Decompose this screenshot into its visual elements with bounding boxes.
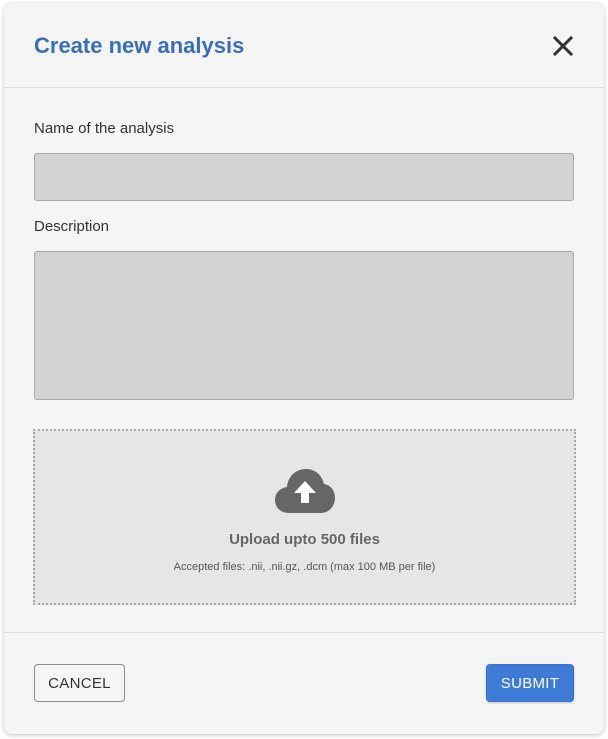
dialog-header: Create new analysis <box>4 3 604 88</box>
dialog-title: Create new analysis <box>34 33 245 58</box>
name-label: Name of the analysis <box>34 120 175 137</box>
close-button[interactable] <box>551 34 575 58</box>
cloud-upload-icon <box>275 469 335 513</box>
cancel-button[interactable]: CANCEL <box>34 664 125 702</box>
file-dropzone[interactable]: Upload upto 500 files Accepted files: .n… <box>33 429 576 605</box>
upload-hint: Accepted files: .nii, .nii.gz, .dcm (max… <box>173 561 436 573</box>
dialog-footer: CANCEL SUBMIT <box>4 632 604 734</box>
upload-title: Upload upto 500 files <box>229 531 380 548</box>
create-analysis-dialog: Create new analysis Name of the analysis… <box>4 3 604 734</box>
name-input[interactable] <box>34 153 574 201</box>
submit-button[interactable]: SUBMIT <box>486 664 574 702</box>
description-input[interactable] <box>34 251 574 400</box>
description-label: Description <box>34 218 110 235</box>
close-icon <box>552 35 574 57</box>
